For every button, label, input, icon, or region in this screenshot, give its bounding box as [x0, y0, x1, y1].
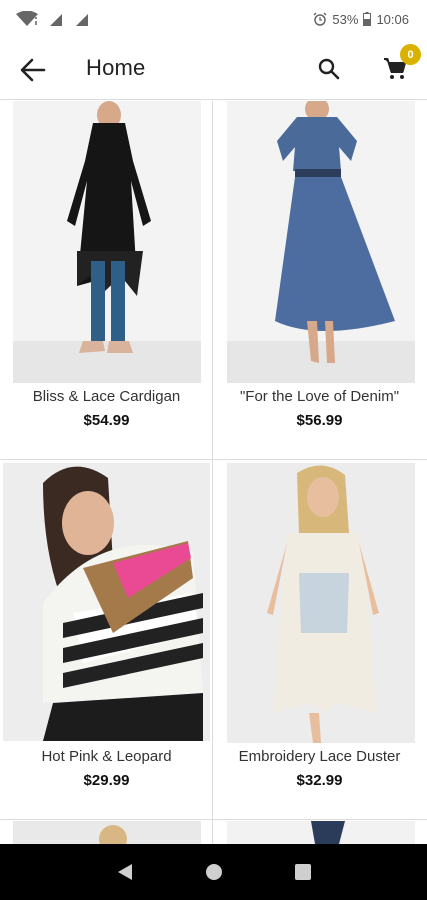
- square-recents-icon: [294, 864, 311, 880]
- alarm-icon: [313, 12, 327, 26]
- search-button[interactable]: [314, 54, 344, 84]
- row-divider: [0, 819, 427, 820]
- product-image[interactable]: [227, 463, 415, 743]
- battery-icon: [363, 12, 372, 26]
- status-bar-right: 53% 10:06: [313, 12, 409, 27]
- product-image[interactable]: [227, 821, 415, 844]
- status-bar: 53% 10:06: [0, 0, 427, 38]
- product-grid: Bliss & Lace Cardigan $54.99 "For the Lo…: [0, 101, 427, 844]
- system-nav-bar: [0, 844, 427, 900]
- back-button[interactable]: [18, 55, 48, 85]
- product-price: $56.99: [296, 412, 343, 429]
- product-name: Bliss & Lace Cardigan: [32, 388, 181, 405]
- product-name: Embroidery Lace Duster: [238, 748, 401, 765]
- product-image[interactable]: [13, 101, 201, 383]
- signal-icon-2: [74, 11, 90, 27]
- status-bar-left: [16, 11, 90, 27]
- page-title: Home: [86, 55, 146, 80]
- product-card[interactable]: Hot Pink & Leopard $29.99: [0, 461, 213, 819]
- product-image[interactable]: [13, 821, 201, 844]
- product-name: "For the Love of Denim": [239, 388, 400, 405]
- product-price: $54.99: [83, 412, 130, 429]
- product-card[interactable]: [213, 821, 426, 844]
- nav-recents-button[interactable]: [283, 852, 323, 892]
- search-icon: [318, 58, 340, 80]
- clock: 10:06: [376, 11, 409, 27]
- product-image[interactable]: [227, 101, 415, 383]
- product-card[interactable]: Bliss & Lace Cardigan $54.99: [0, 101, 213, 459]
- cart-count-badge: 0: [400, 44, 421, 65]
- nav-back-button[interactable]: [105, 852, 145, 892]
- battery-percent: 53%: [332, 11, 359, 27]
- circle-home-icon: [205, 864, 222, 880]
- product-price: $29.99: [83, 772, 130, 789]
- product-name: Hot Pink & Leopard: [41, 748, 172, 765]
- signal-icon: [48, 11, 64, 27]
- row-divider: [0, 459, 427, 460]
- back-arrow-icon: [20, 58, 46, 82]
- wifi-icon: [16, 11, 38, 27]
- app-bar: Home: [0, 38, 427, 100]
- triangle-back-icon: [117, 864, 132, 880]
- product-card[interactable]: "For the Love of Denim" $56.99: [213, 101, 426, 459]
- product-price: $32.99: [296, 772, 343, 789]
- product-card[interactable]: Embroidery Lace Duster $32.99: [213, 461, 426, 819]
- product-image[interactable]: [3, 463, 210, 741]
- product-card[interactable]: [0, 821, 213, 844]
- nav-home-button[interactable]: [194, 852, 234, 892]
